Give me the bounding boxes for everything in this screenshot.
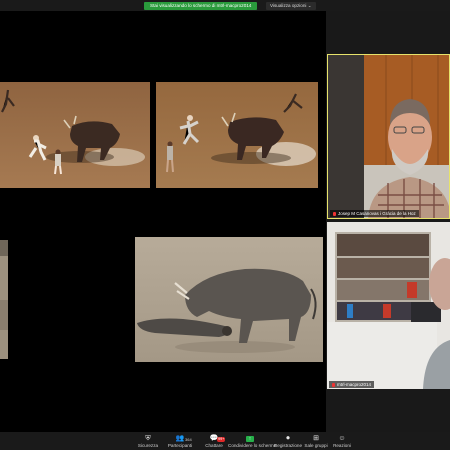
view-options-button[interactable]: Visualizza opzioni ⌄ (266, 2, 316, 10)
reactions-label: Reazioni (333, 443, 351, 448)
participant-avatar (328, 55, 449, 218)
share-screen-button[interactable]: ↑ Condividere lo schermo (228, 435, 277, 448)
bull-photo-2 (156, 82, 318, 188)
participant-video-1[interactable]: Josep M Casanovas i Gràcia de la Hoz (327, 54, 450, 219)
bull-photo-1 (0, 82, 150, 188)
meeting-toolbar: ⛨ Sicurezza 👥 Partecipanti 364 💬 Chattar… (0, 432, 450, 450)
presentation-slide (0, 11, 326, 432)
participant-avatar (327, 222, 450, 389)
bull-photo-3 (135, 237, 323, 362)
participant-video-2[interactable]: mtrl-macpro2014 (327, 222, 450, 389)
reactions-button[interactable]: ☺ Reazioni (322, 435, 362, 448)
participant-name-2: mtrl-macpro2014 (329, 381, 375, 388)
participant-name-1: Josep M Casanovas i Gràcia de la Hoz (330, 210, 419, 217)
share-screen-label: Condividere lo schermo (228, 443, 277, 448)
shared-screen: Josep M Casanovas i Gràcia de la Hoz mtr… (0, 11, 450, 432)
chat-unread-badge: 99+ (217, 437, 226, 442)
top-bar: Stai visualizzando lo schermo di mtrl-ma… (0, 0, 450, 11)
muted-mic-icon (333, 211, 336, 216)
reactions-icon: ☺ (338, 435, 346, 442)
screen-share-banner: Stai visualizzando lo schermo di mtrl-ma… (144, 2, 258, 10)
partial-photo-left (0, 240, 8, 359)
share-screen-icon: ↑ (246, 436, 254, 442)
participants-count: 364 (185, 437, 192, 442)
muted-mic-icon (332, 382, 335, 387)
